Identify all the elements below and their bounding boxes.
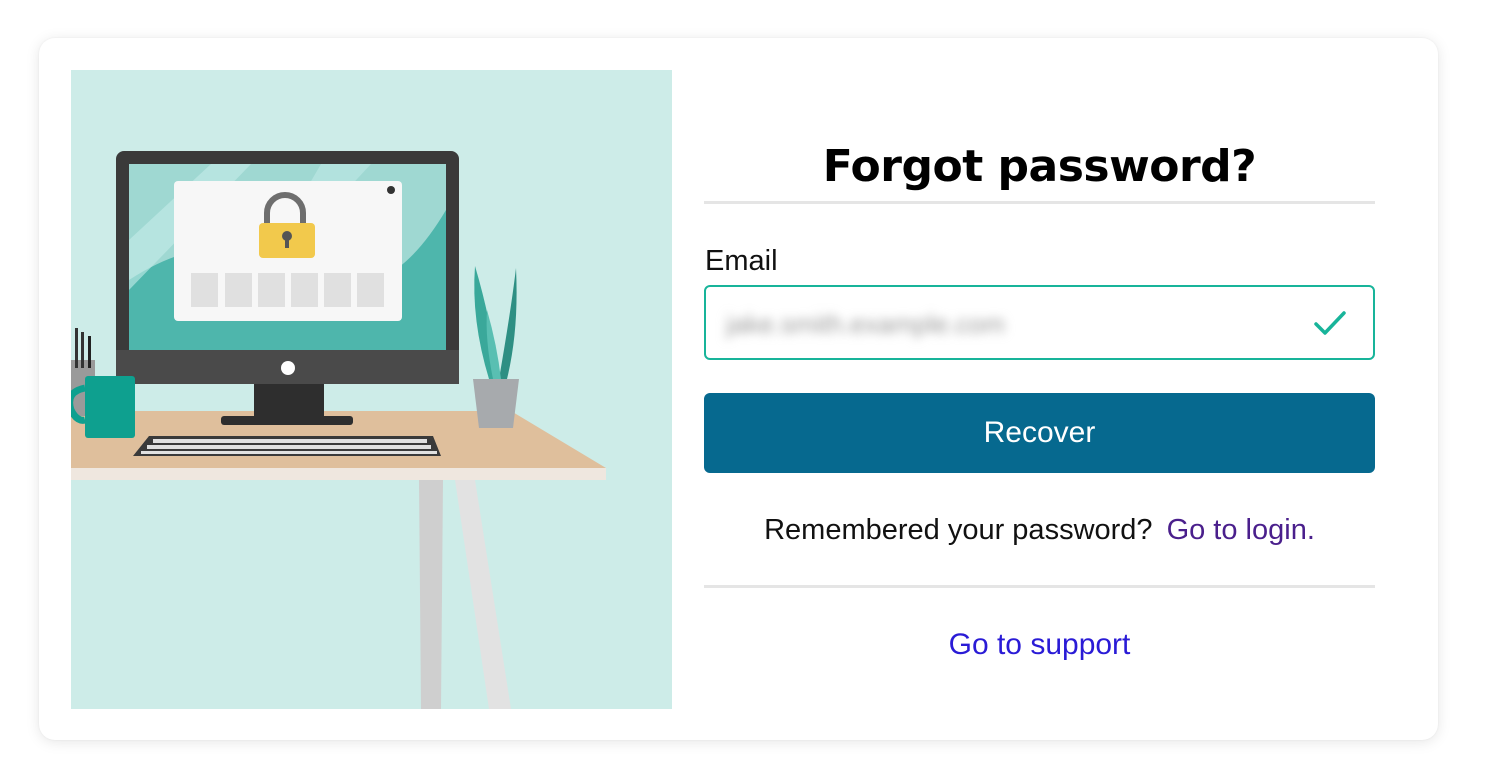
email-field[interactable]: jake.smith.example.com [704, 285, 1375, 360]
page-title: Forgot password? [822, 141, 1257, 192]
remembered-row: Remembered your password? Go to login. [704, 512, 1375, 548]
recover-button[interactable]: Recover [704, 393, 1375, 473]
remembered-text: Remembered your password? [764, 514, 1153, 546]
desk-computer-lock-illustration [71, 70, 672, 709]
check-icon [1313, 309, 1347, 337]
forgot-password-card: Forgot password? Email jake.smith.exampl… [39, 38, 1438, 740]
go-to-support-link[interactable]: Go to support [704, 627, 1375, 663]
divider [704, 585, 1375, 588]
email-value[interactable]: jake.smith.example.com [726, 306, 1086, 342]
divider [704, 201, 1375, 204]
form-panel: Forgot password? Email jake.smith.exampl… [704, 70, 1375, 709]
go-to-login-link[interactable]: Go to login. [1167, 514, 1315, 546]
email-label: Email [705, 245, 778, 277]
